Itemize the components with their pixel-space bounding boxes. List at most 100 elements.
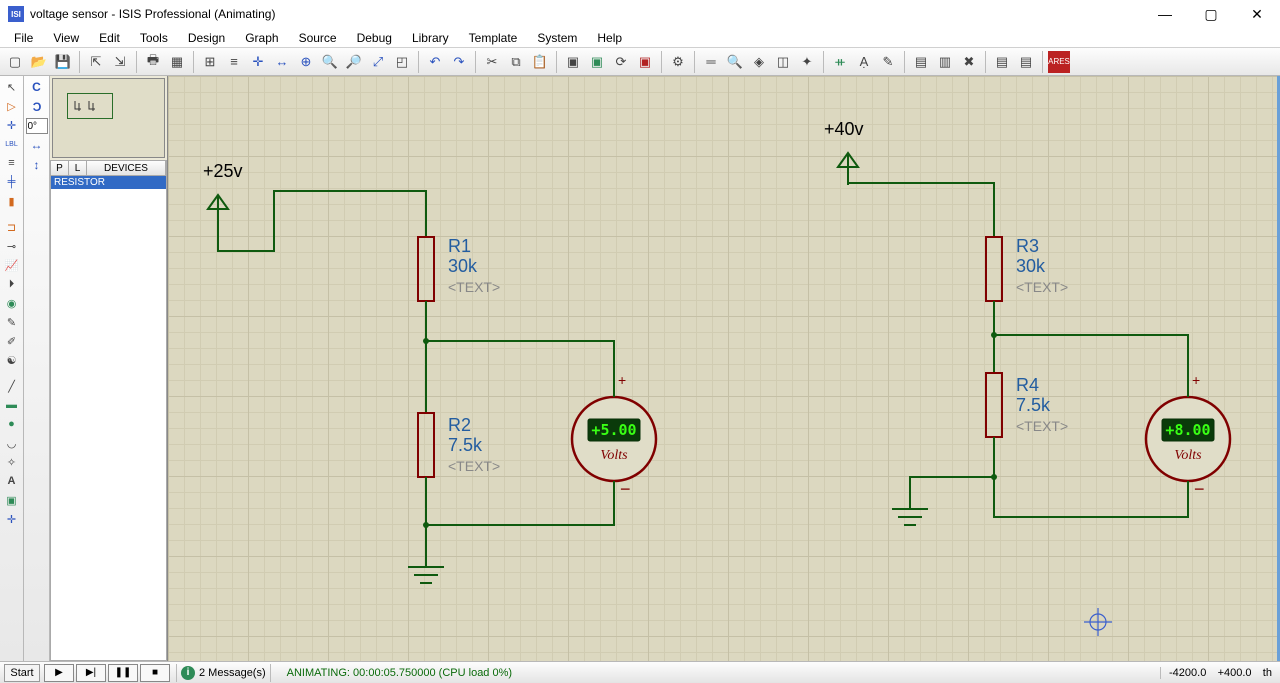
pause-button[interactable]: ❚❚ [108, 664, 138, 682]
graph-tool-icon[interactable]: 📈 [2, 256, 22, 274]
resistor-r4[interactable] [986, 373, 1002, 437]
ares-icon[interactable]: ARES [1048, 51, 1070, 73]
zoom-fit-icon[interactable]: ⤢ [367, 51, 389, 73]
subcircuit-icon[interactable]: ▮ [2, 192, 22, 210]
menu-source[interactable]: Source [289, 29, 347, 47]
cut-icon[interactable]: ✂ [481, 51, 503, 73]
pan-icon[interactable]: ↔ [271, 51, 293, 73]
minimize-button[interactable]: ― [1142, 0, 1188, 28]
copy-icon[interactable]: ⧉ [505, 51, 527, 73]
ground-2[interactable] [892, 509, 928, 525]
arc-tool-icon[interactable]: ◡ [2, 434, 22, 452]
export-icon[interactable]: ⇲ [109, 51, 131, 73]
menu-view[interactable]: View [43, 29, 89, 47]
ground-1[interactable] [408, 567, 444, 583]
wire[interactable] [218, 191, 426, 251]
zoom-center-icon[interactable]: ⊕ [295, 51, 317, 73]
bus-tool-icon[interactable]: ╪ [2, 173, 22, 191]
mirror-v-icon[interactable]: ↕ [27, 156, 47, 174]
property-icon[interactable]: ✎ [877, 51, 899, 73]
mirror-h-icon[interactable]: ↔ [27, 136, 47, 154]
resistor-r1[interactable] [418, 237, 434, 301]
wire-label-icon[interactable]: LBL [2, 135, 22, 153]
menu-system[interactable]: System [527, 29, 587, 47]
undo-icon[interactable]: ↶ [424, 51, 446, 73]
start-button[interactable]: Start [4, 664, 40, 682]
wire-tool-icon[interactable]: ═ [700, 51, 722, 73]
block-delete-icon[interactable]: ▣ [634, 51, 656, 73]
text-script-icon[interactable]: ≡ [2, 154, 22, 172]
messages-count[interactable]: 2 Message(s) [199, 667, 266, 679]
maximize-button[interactable]: ▢ [1188, 0, 1234, 28]
decompose-icon[interactable]: ✦ [796, 51, 818, 73]
parts-header-p[interactable]: P [51, 161, 69, 175]
layers-icon[interactable]: ≡ [223, 51, 245, 73]
menu-design[interactable]: Design [178, 29, 235, 47]
zoom-in-icon[interactable]: 🔍 [319, 51, 341, 73]
rotate-cw-icon[interactable]: C [27, 78, 47, 96]
bom-icon[interactable]: ▤ [991, 51, 1013, 73]
part-item-resistor[interactable]: RESISTOR [51, 176, 166, 189]
device-pin-icon[interactable]: ⊸ [2, 237, 22, 255]
rotate-ccw-icon[interactable]: C [27, 98, 47, 116]
erc-icon[interactable]: ▤ [1015, 51, 1037, 73]
resistor-r2[interactable] [418, 413, 434, 477]
menu-edit[interactable]: Edit [89, 29, 130, 47]
wire[interactable] [848, 183, 994, 227]
label-icon[interactable]: Ạ [853, 51, 875, 73]
box-tool-icon[interactable]: ▬ [2, 396, 22, 414]
pick-library-icon[interactable]: ⚙ [667, 51, 689, 73]
menu-file[interactable]: File [4, 29, 43, 47]
power-terminal-1[interactable] [208, 195, 228, 227]
voltage-probe-icon[interactable]: ✎ [2, 313, 22, 331]
print-icon[interactable]: 🖶 [142, 51, 164, 73]
generator-icon[interactable]: ◉ [2, 294, 22, 312]
virtual-instrument-icon[interactable]: ☯ [2, 351, 22, 369]
wire[interactable] [426, 489, 614, 525]
menu-tools[interactable]: Tools [130, 29, 178, 47]
paste-icon[interactable]: 📋 [529, 51, 551, 73]
new-sheet-icon[interactable]: ▥ [934, 51, 956, 73]
terminal-icon[interactable]: ⊐ [2, 218, 22, 236]
import-icon[interactable]: ⇱ [85, 51, 107, 73]
text-tool-icon[interactable]: A [2, 472, 22, 490]
search-icon[interactable]: 🔍 [724, 51, 746, 73]
menu-graph[interactable]: Graph [235, 29, 288, 47]
path-tool-icon[interactable]: ✧ [2, 453, 22, 471]
parts-list[interactable]: RESISTOR [50, 176, 167, 661]
save-file-icon[interactable]: 💾 [52, 51, 74, 73]
junction-tool-icon[interactable]: ✛ [2, 116, 22, 134]
wire[interactable] [994, 477, 1188, 517]
delete-sheet-icon[interactable]: ✖ [958, 51, 980, 73]
stop-button[interactable]: ■ [140, 664, 170, 682]
menu-library[interactable]: Library [402, 29, 459, 47]
line-tool-icon[interactable]: ╱ [2, 377, 22, 395]
play-button[interactable]: ▶ [44, 664, 74, 682]
zoom-out-icon[interactable]: 🔎 [343, 51, 365, 73]
power-terminal-2[interactable] [838, 153, 858, 185]
circle-tool-icon[interactable]: ● [2, 415, 22, 433]
redo-icon[interactable]: ↷ [448, 51, 470, 73]
menu-template[interactable]: Template [459, 29, 528, 47]
overview-window[interactable] [52, 78, 165, 158]
zoom-area-icon[interactable]: ◰ [391, 51, 413, 73]
parts-header-l[interactable]: L [69, 161, 87, 175]
block-copy-icon[interactable]: ▣ [562, 51, 584, 73]
new-file-icon[interactable]: ▢ [4, 51, 26, 73]
menu-help[interactable]: Help [587, 29, 632, 47]
rotation-input[interactable] [26, 118, 48, 134]
package-icon[interactable]: ◫ [772, 51, 794, 73]
tag-icon[interactable]: ◈ [748, 51, 770, 73]
resistor-r3[interactable] [986, 237, 1002, 301]
area-select-icon[interactable]: ▦ [166, 51, 188, 73]
close-button[interactable]: ✕ [1234, 0, 1280, 28]
component-tool-icon[interactable]: ▷ [2, 97, 22, 115]
grid-icon[interactable]: ⊞ [199, 51, 221, 73]
autoroute-icon[interactable]: ᚑ [829, 51, 851, 73]
marker-tool-icon[interactable]: ✛ [2, 510, 22, 528]
symbol-tool-icon[interactable]: ▣ [2, 491, 22, 509]
step-button[interactable]: ▶| [76, 664, 106, 682]
current-probe-icon[interactable]: ✐ [2, 332, 22, 350]
tape-icon[interactable]: ⏵ [2, 275, 22, 293]
parts-header-devices[interactable]: DEVICES [87, 161, 166, 175]
